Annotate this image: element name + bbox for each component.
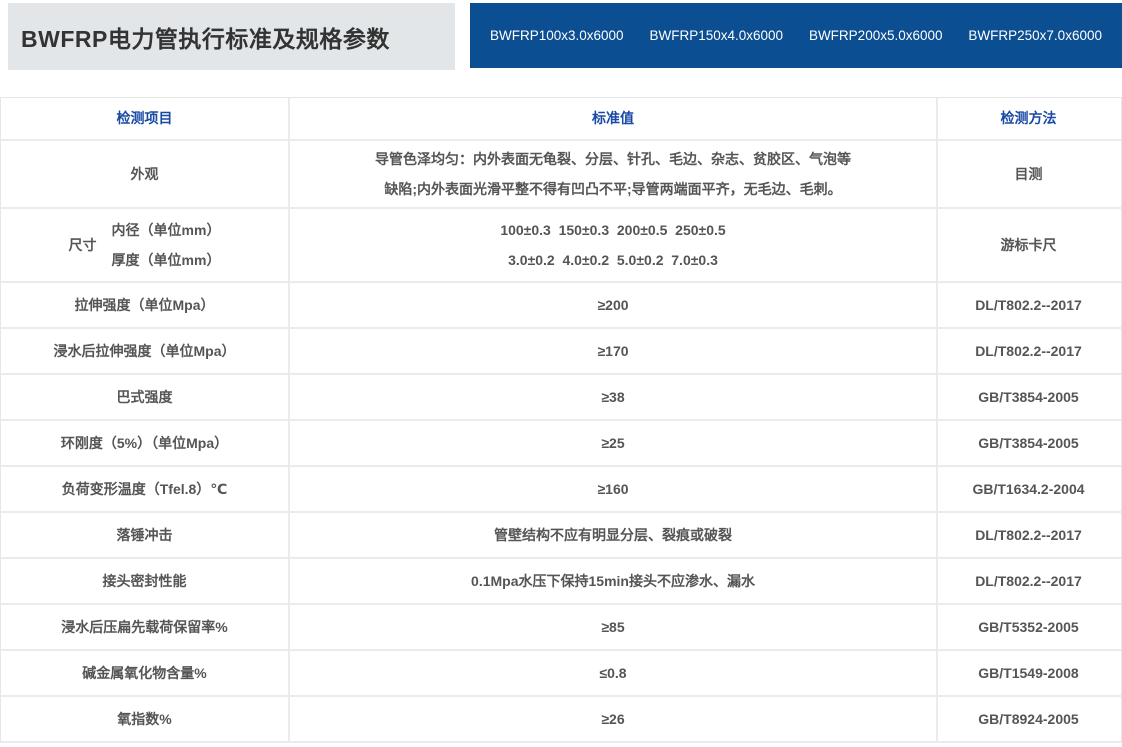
table-row: 巴式强度 ≥38 GB/T3854-2005 — [1, 375, 1121, 421]
cell-value: ≤0.8 — [290, 651, 938, 695]
cell-method: DL/T802.2--2017 — [975, 296, 1082, 313]
cell-value: 管壁结构不应有明显分层、裂痕或破裂 — [290, 513, 938, 557]
table-row: 氧指数% ≥26 GB/T8924-2005 — [1, 697, 1121, 743]
table-row: 落锤冲击 管壁结构不应有明显分层、裂痕或破裂 DL/T802.2--2017 — [1, 513, 1121, 559]
column-header-method: 检测方法 — [1000, 110, 1057, 127]
cell-method: GB/T3854-2005 — [978, 434, 1079, 451]
value-line: 100±0.3 150±0.3 200±0.5 250±0.5 — [500, 222, 726, 238]
cell-value: ≥85 — [290, 605, 938, 649]
cell-value: 100±0.3 150±0.3 200±0.5 250±0.5 3.0±0.2 … — [290, 209, 938, 281]
cell-method: GB/T3854-2005 — [978, 388, 1079, 405]
cell-value: ≥38 — [290, 375, 938, 419]
column-header-value: 标准值 — [290, 98, 938, 139]
cell-value: 导管色泽均匀：内外表面无龟裂、分层、针孔、毛边、杂志、贫胶区、气泡等 缺陷;内外… — [290, 141, 938, 207]
cell-item: 碱金属氧化物含量% — [1, 651, 290, 695]
table-row: 接头密封性能 0.1Mpa水压下保持15min接头不应渗水、漏水 DL/T802… — [1, 559, 1121, 605]
cell-method: 游标卡尺 — [1000, 236, 1057, 253]
cell-method: GB/T1549-2008 — [978, 664, 1079, 681]
cell-item: 接头密封性能 — [1, 559, 290, 603]
cell-item: 浸水后拉伸强度（单位Mpa） — [1, 329, 290, 373]
cell-method: GB/T5352-2005 — [978, 618, 1079, 635]
table-row: 浸水后拉伸强度（单位Mpa） ≥170 DL/T802.2--2017 — [1, 329, 1121, 375]
cell-item: 浸水后压扁先载荷保留率% — [1, 605, 290, 649]
table-row: 浸水后压扁先载荷保留率% ≥85 GB/T5352-2005 — [1, 605, 1121, 651]
product-tab[interactable]: BWFRP150x4.0x6000 — [649, 28, 783, 43]
size-label: 尺寸 — [68, 236, 97, 253]
value-line: 3.0±0.2 4.0±0.2 5.0±0.2 7.0±0.3 — [508, 252, 718, 268]
cell-method: DL/T802.2--2017 — [975, 572, 1082, 589]
product-tab[interactable]: BWFRP100x3.0x6000 — [490, 28, 624, 43]
size-sub-item: 内径（单位mm） — [111, 222, 221, 238]
product-tab[interactable]: BWFRP200x5.0x6000 — [809, 28, 943, 43]
cell-item: 负荷变形温度（Tfel.8）℃ — [1, 467, 290, 511]
cell-value: ≥170 — [290, 329, 938, 373]
table-row: 尺寸 内径（单位mm） 厚度（单位mm） 100±0.3 150±0.3 200… — [1, 209, 1121, 283]
product-tab[interactable]: BWFRP250x7.0x6000 — [968, 28, 1102, 43]
cell-method: DL/T802.2--2017 — [975, 526, 1082, 543]
page-title: BWFRP电力管执行标准及规格参数 — [21, 25, 390, 52]
cell-item: 落锤冲击 — [1, 513, 290, 557]
cell-value: 0.1Mpa水压下保持15min接头不应渗水、漏水 — [290, 559, 938, 603]
cell-item: 巴式强度 — [1, 375, 290, 419]
cell-method: GB/T1634.2-2004 — [972, 480, 1085, 497]
table-row: 拉伸强度（单位Mpa） ≥200 DL/T802.2--2017 — [1, 283, 1121, 329]
cell-item: 尺寸 内径（单位mm） 厚度（单位mm） — [1, 209, 290, 281]
cell-method: 目测 — [1014, 165, 1043, 182]
product-tabs: BWFRP100x3.0x6000 BWFRP150x4.0x6000 BWFR… — [470, 3, 1122, 68]
cell-item: 环刚度（5%）（单位Mpa） — [1, 421, 290, 465]
top-bar: BWFRP电力管执行标准及规格参数 BWFRP100x3.0x6000 BWFR… — [0, 3, 1122, 70]
cell-method: GB/T8924-2005 — [978, 710, 1079, 727]
value-line: 缺陷;内外表面光滑平整不得有凹凸不平;导管两端面平齐，无毛边、毛刺。 — [384, 181, 842, 197]
column-header-item: 检测项目 — [1, 98, 290, 139]
table-row: 负荷变形温度（Tfel.8）℃ ≥160 GB/T1634.2-2004 — [1, 467, 1121, 513]
table-row: 外观 导管色泽均匀：内外表面无龟裂、分层、针孔、毛边、杂志、贫胶区、气泡等 缺陷… — [1, 141, 1121, 209]
cell-item: 拉伸强度（单位Mpa） — [1, 283, 290, 327]
title-box: BWFRP电力管执行标准及规格参数 — [8, 3, 455, 70]
cell-value: ≥25 — [290, 421, 938, 465]
table-row: 环刚度（5%）（单位Mpa） ≥25 GB/T3854-2005 — [1, 421, 1121, 467]
cell-method: DL/T802.2--2017 — [975, 342, 1082, 359]
cell-item: 氧指数% — [1, 697, 290, 741]
table-row: 碱金属氧化物含量% ≤0.8 GB/T1549-2008 — [1, 651, 1121, 697]
cell-item: 外观 — [1, 141, 290, 207]
cell-value: ≥26 — [290, 697, 938, 741]
cell-value: ≥160 — [290, 467, 938, 511]
value-line: 导管色泽均匀：内外表面无龟裂、分层、针孔、毛边、杂志、贫胶区、气泡等 — [375, 151, 851, 167]
cell-value: ≥200 — [290, 283, 938, 327]
size-sub-item: 厚度（单位mm） — [111, 252, 221, 268]
spec-table: 检测项目 标准值 检测方法 外观 导管色泽均匀：内外表面无龟裂、分层、针孔、毛边… — [0, 97, 1122, 743]
table-header-row: 检测项目 标准值 检测方法 — [1, 98, 1121, 141]
